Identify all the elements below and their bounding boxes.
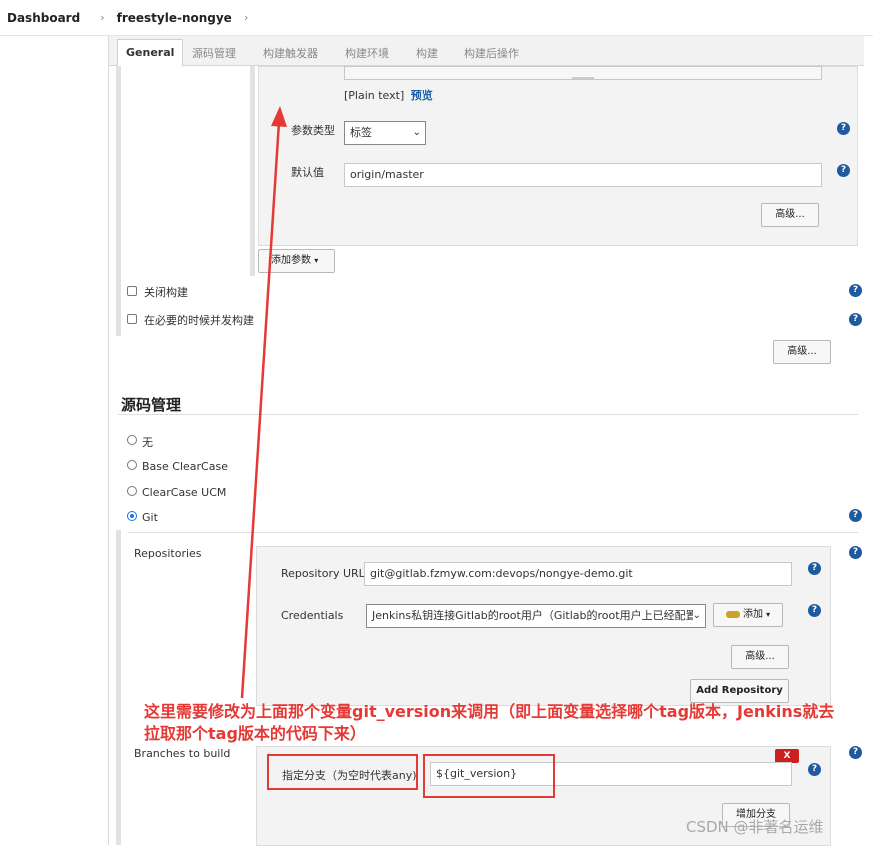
textarea-resize-handle[interactable] xyxy=(572,77,594,79)
scm-option-git: Git xyxy=(142,511,158,524)
param-type-value: 标签 xyxy=(350,126,372,139)
tab-build[interactable]: 构建 xyxy=(416,42,438,66)
repo-url-input[interactable]: git@gitlab.fzmyw.com:devops/nongye-demo.… xyxy=(364,562,792,586)
watermark: CSDN @非著名运维 xyxy=(686,818,824,836)
credentials-label: Credentials xyxy=(281,609,344,622)
credentials-select[interactable]: Jenkins私钥连接Gitlab的root用户（Gitlab的root用户上已… xyxy=(366,604,706,628)
scm-option-base-clearcase: Base ClearCase xyxy=(142,460,228,473)
scm-option-clearcase-ucm: ClearCase UCM xyxy=(142,486,227,499)
param-gutter xyxy=(250,66,255,276)
repositories-label: Repositories xyxy=(134,547,202,560)
preview-link[interactable]: 预览 xyxy=(411,89,433,102)
help-icon[interactable]: ? xyxy=(808,604,821,617)
disable-build-label: 关闭构建 xyxy=(144,286,188,299)
annotation-highlight-label xyxy=(267,754,418,790)
add-repository-button[interactable]: Add Repository xyxy=(690,679,789,703)
help-icon[interactable]: ? xyxy=(808,763,821,776)
caret-down-icon: ▾ xyxy=(314,256,319,265)
annotation-text: 这里需要修改为上面那个变量git_version来调用（即上面变量选择哪个tag… xyxy=(144,702,835,743)
help-icon[interactable]: ? xyxy=(837,122,850,135)
content-border xyxy=(108,36,109,845)
section-divider xyxy=(118,414,858,415)
scm-radio-git[interactable] xyxy=(127,511,137,521)
delete-branch-button[interactable]: X xyxy=(775,749,799,763)
section-divider xyxy=(128,532,858,533)
scm-section-title: 源码管理 xyxy=(121,396,182,414)
scm-radio-none[interactable] xyxy=(127,435,137,445)
concurrent-build-checkbox[interactable] xyxy=(127,314,137,324)
help-icon[interactable]: ? xyxy=(849,284,862,297)
default-value-label: 默认值 xyxy=(291,166,324,179)
param-type-select[interactable]: 标签 ⌄ xyxy=(344,121,426,145)
tab-scm[interactable]: 源码管理 xyxy=(192,42,236,66)
disable-build-checkbox[interactable] xyxy=(127,286,137,296)
breadcrumb-job[interactable]: freestyle-nongye xyxy=(117,11,232,25)
scm-gutter xyxy=(116,530,121,845)
chevron-down-icon: ⌄ xyxy=(692,605,701,627)
chevron-right-icon: › xyxy=(100,11,105,24)
branches-to-build-label: Branches to build xyxy=(134,747,231,760)
general-advanced-button[interactable]: 高级... xyxy=(773,340,831,364)
help-icon[interactable]: ? xyxy=(849,509,862,522)
scm-radio-clearcase-ucm[interactable] xyxy=(127,486,137,496)
help-icon[interactable]: ? xyxy=(849,746,862,759)
help-icon[interactable]: ? xyxy=(849,313,862,326)
credentials-value: Jenkins私钥连接Gitlab的root用户（Gitlab的root用户上已… xyxy=(372,609,697,622)
repo-advanced-button[interactable]: 高级... xyxy=(731,645,789,669)
help-icon[interactable]: ? xyxy=(849,546,862,559)
scm-option-none: 无 xyxy=(142,436,153,449)
add-parameter-label: 添加参数 xyxy=(271,255,311,266)
add-credentials-label: 添加 xyxy=(742,609,763,620)
param-advanced-button[interactable]: 高级... xyxy=(761,203,819,227)
help-icon[interactable]: ? xyxy=(837,164,850,177)
param-type-label: 参数类型 xyxy=(291,124,335,137)
default-value-input[interactable]: origin/master xyxy=(344,163,822,187)
plain-text-label: [Plain text] xyxy=(344,89,405,102)
breadcrumb-dashboard[interactable]: Dashboard xyxy=(7,11,80,25)
add-credentials-button[interactable]: 添加 ▾ xyxy=(713,603,783,627)
chevron-down-icon: ⌄ xyxy=(412,127,421,138)
tab-build-env[interactable]: 构建环境 xyxy=(345,42,389,66)
tab-general[interactable]: General xyxy=(117,39,184,67)
chevron-right-icon: › xyxy=(243,11,249,24)
key-icon xyxy=(725,610,740,618)
repo-url-label: Repository URL xyxy=(281,567,365,580)
tab-triggers[interactable]: 构建触发器 xyxy=(263,42,318,66)
concurrent-build-label: 在必要的时候并发构建 xyxy=(144,314,254,327)
tab-post-build[interactable]: 构建后操作 xyxy=(464,42,519,66)
caret-down-icon: ▾ xyxy=(766,610,771,619)
config-tabs: General 源码管理 构建触发器 构建环境 构建 构建后操作 xyxy=(109,36,864,67)
annotation-highlight-input xyxy=(423,754,555,798)
section-gutter xyxy=(116,66,121,336)
scm-radio-base-clearcase[interactable] xyxy=(127,460,137,470)
add-parameter-button[interactable]: 添加参数 ▾ xyxy=(258,249,335,273)
breadcrumb: Dashboard › freestyle-nongye › xyxy=(0,0,873,36)
help-icon[interactable]: ? xyxy=(808,562,821,575)
